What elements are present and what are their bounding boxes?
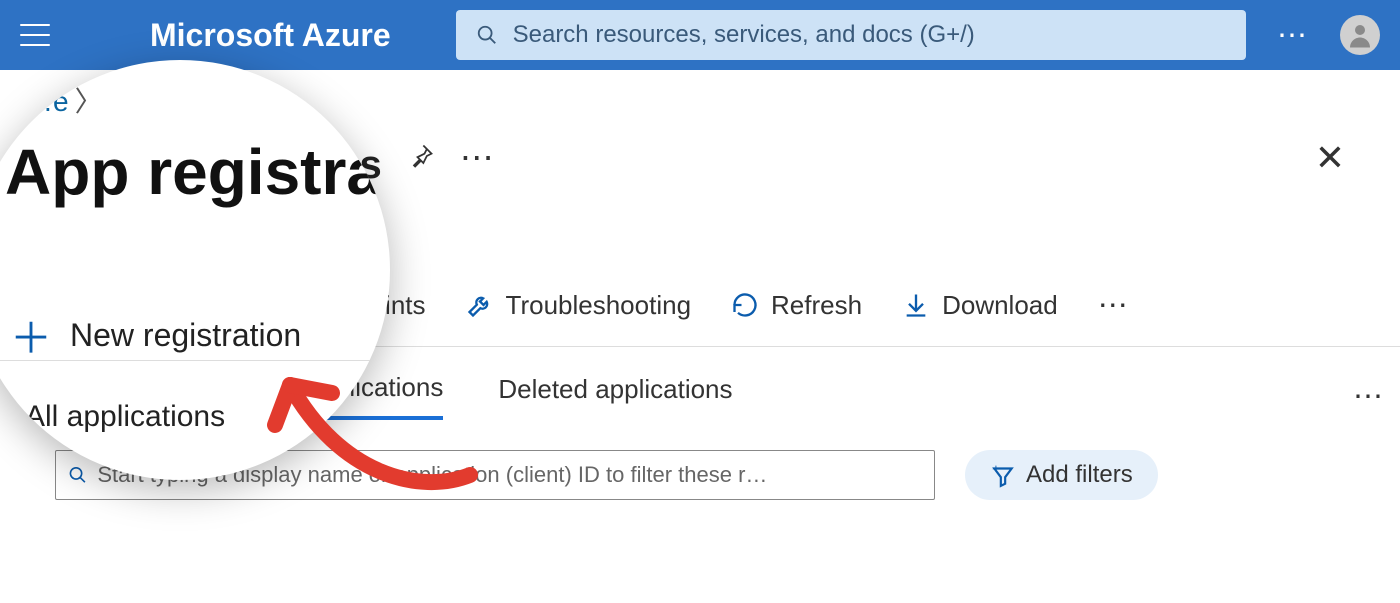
refresh-icon — [731, 291, 759, 319]
filter-icon: + — [990, 462, 1016, 488]
troubleshooting-button[interactable]: Troubleshooting — [466, 290, 692, 321]
refresh-button[interactable]: Refresh — [731, 290, 862, 321]
download-label: Download — [942, 290, 1058, 321]
magnifier-tab-all: All applications — [25, 400, 225, 434]
magnifier-new-registration-label: New registration — [70, 317, 301, 354]
close-button[interactable]: ✕ — [1315, 137, 1345, 179]
toolbar-more-icon[interactable]: ⋯ — [1098, 288, 1131, 323]
global-search[interactable] — [456, 10, 1246, 60]
hamburger-menu[interactable] — [20, 24, 50, 46]
search-icon — [476, 24, 498, 46]
magnifier-breadcrumb: …e〉 — [25, 80, 103, 120]
pin-icon[interactable] — [407, 142, 435, 175]
magnifier-title: App registra — [5, 135, 382, 209]
magnifier-new-registration[interactable]: ＋ New registration — [10, 305, 301, 366]
tab-deleted-applications[interactable]: Deleted applications — [498, 374, 732, 418]
magnifier-overlay: …e〉 App registra ＋ New registration All … — [0, 60, 390, 480]
title-more-icon[interactable]: ⋯ — [460, 138, 497, 178]
add-filters-label: Add filters — [1026, 461, 1133, 489]
troubleshooting-label: Troubleshooting — [506, 290, 692, 321]
tabs-more-icon[interactable]: ⋯ — [1353, 379, 1386, 414]
download-icon — [902, 291, 930, 319]
wrench-icon — [466, 291, 494, 319]
global-search-input[interactable] — [513, 21, 1226, 49]
header-more-icon[interactable]: ⋯ — [1277, 18, 1310, 53]
azure-logo[interactable]: Microsoft Azure — [150, 17, 391, 54]
download-button[interactable]: Download — [902, 290, 1058, 321]
add-filters-button[interactable]: + Add filters — [965, 450, 1158, 500]
plus-icon: ＋ — [10, 305, 52, 366]
user-avatar[interactable] — [1340, 15, 1380, 55]
refresh-label: Refresh — [771, 290, 862, 321]
